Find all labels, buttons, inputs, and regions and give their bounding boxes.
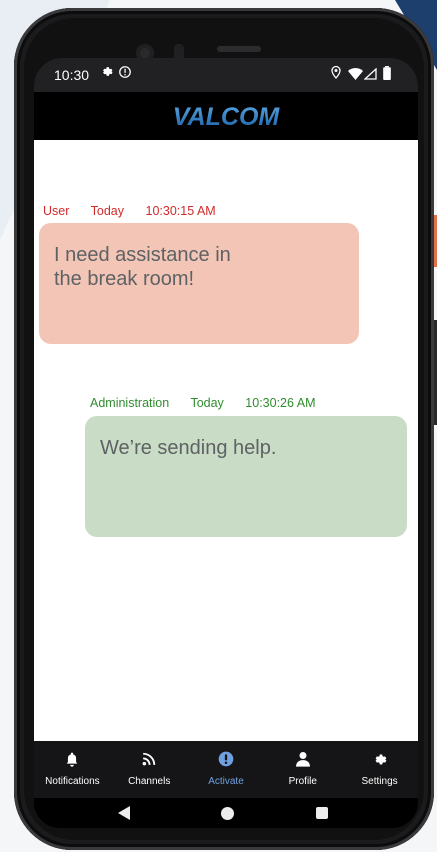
nav-notifications[interactable]: Notifications — [34, 741, 111, 798]
message-time: 10:30:15 AM — [145, 204, 216, 218]
message-meta-admin: Administration Today 10:30:26 AM — [90, 396, 334, 410]
nav-label: Activate — [208, 776, 244, 787]
message-sender: User — [43, 204, 70, 218]
nav-settings[interactable]: Settings — [341, 741, 418, 798]
message-time: 10:30:26 AM — [245, 396, 316, 410]
nav-label: Profile — [288, 776, 317, 787]
message-list[interactable]: User Today 10:30:15 AM I need assistance… — [34, 140, 418, 800]
nav-label: Channels — [128, 776, 171, 787]
person-icon — [295, 750, 310, 768]
back-icon[interactable] — [118, 806, 130, 825]
nav-profile[interactable]: Profile — [264, 741, 341, 798]
gear-icon — [100, 65, 113, 81]
system-navigation — [34, 798, 418, 828]
message-bubble-admin[interactable]: We’re sending help. — [85, 416, 407, 537]
alert-circle-icon — [118, 65, 132, 82]
message-meta-user: User Today 10:30:15 AM — [43, 204, 234, 218]
app-header: VALCOM — [34, 92, 418, 140]
gear-icon — [372, 750, 387, 768]
message-bubble-user[interactable]: I need assistance in the break room! — [39, 223, 359, 344]
earpiece-speaker — [217, 46, 261, 52]
message-text: I need assistance in the break room! — [54, 244, 231, 290]
home-icon[interactable] — [221, 807, 234, 820]
recents-icon[interactable] — [316, 807, 328, 819]
valcom-logo: VALCOM — [173, 103, 281, 131]
rss-icon — [142, 750, 156, 768]
svg-text:VALCOM: VALCOM — [173, 103, 281, 131]
status-bar: 10:30 — [34, 58, 418, 92]
nav-activate[interactable]: Activate — [188, 741, 265, 798]
bottom-navigation: Notifications Channels Activate Profile … — [34, 741, 418, 798]
message-date: Today — [90, 204, 125, 218]
nav-label: Settings — [361, 776, 398, 787]
phone-screen: 10:30 VALCOM User Today 10:30:15 AM I ne… — [34, 58, 418, 828]
battery-icon — [383, 66, 391, 83]
status-time: 10:30 — [54, 67, 90, 83]
alert-icon — [218, 750, 234, 768]
message-sender: Administration — [90, 396, 170, 410]
signal-icon — [363, 67, 377, 83]
message-date: Today — [190, 396, 224, 410]
bell-icon — [65, 750, 79, 768]
nav-label: Notifications — [45, 776, 100, 787]
location-icon — [330, 65, 342, 82]
message-text: We’re sending help. — [100, 437, 277, 459]
wifi-icon — [348, 67, 363, 83]
nav-channels[interactable]: Channels — [111, 741, 188, 798]
